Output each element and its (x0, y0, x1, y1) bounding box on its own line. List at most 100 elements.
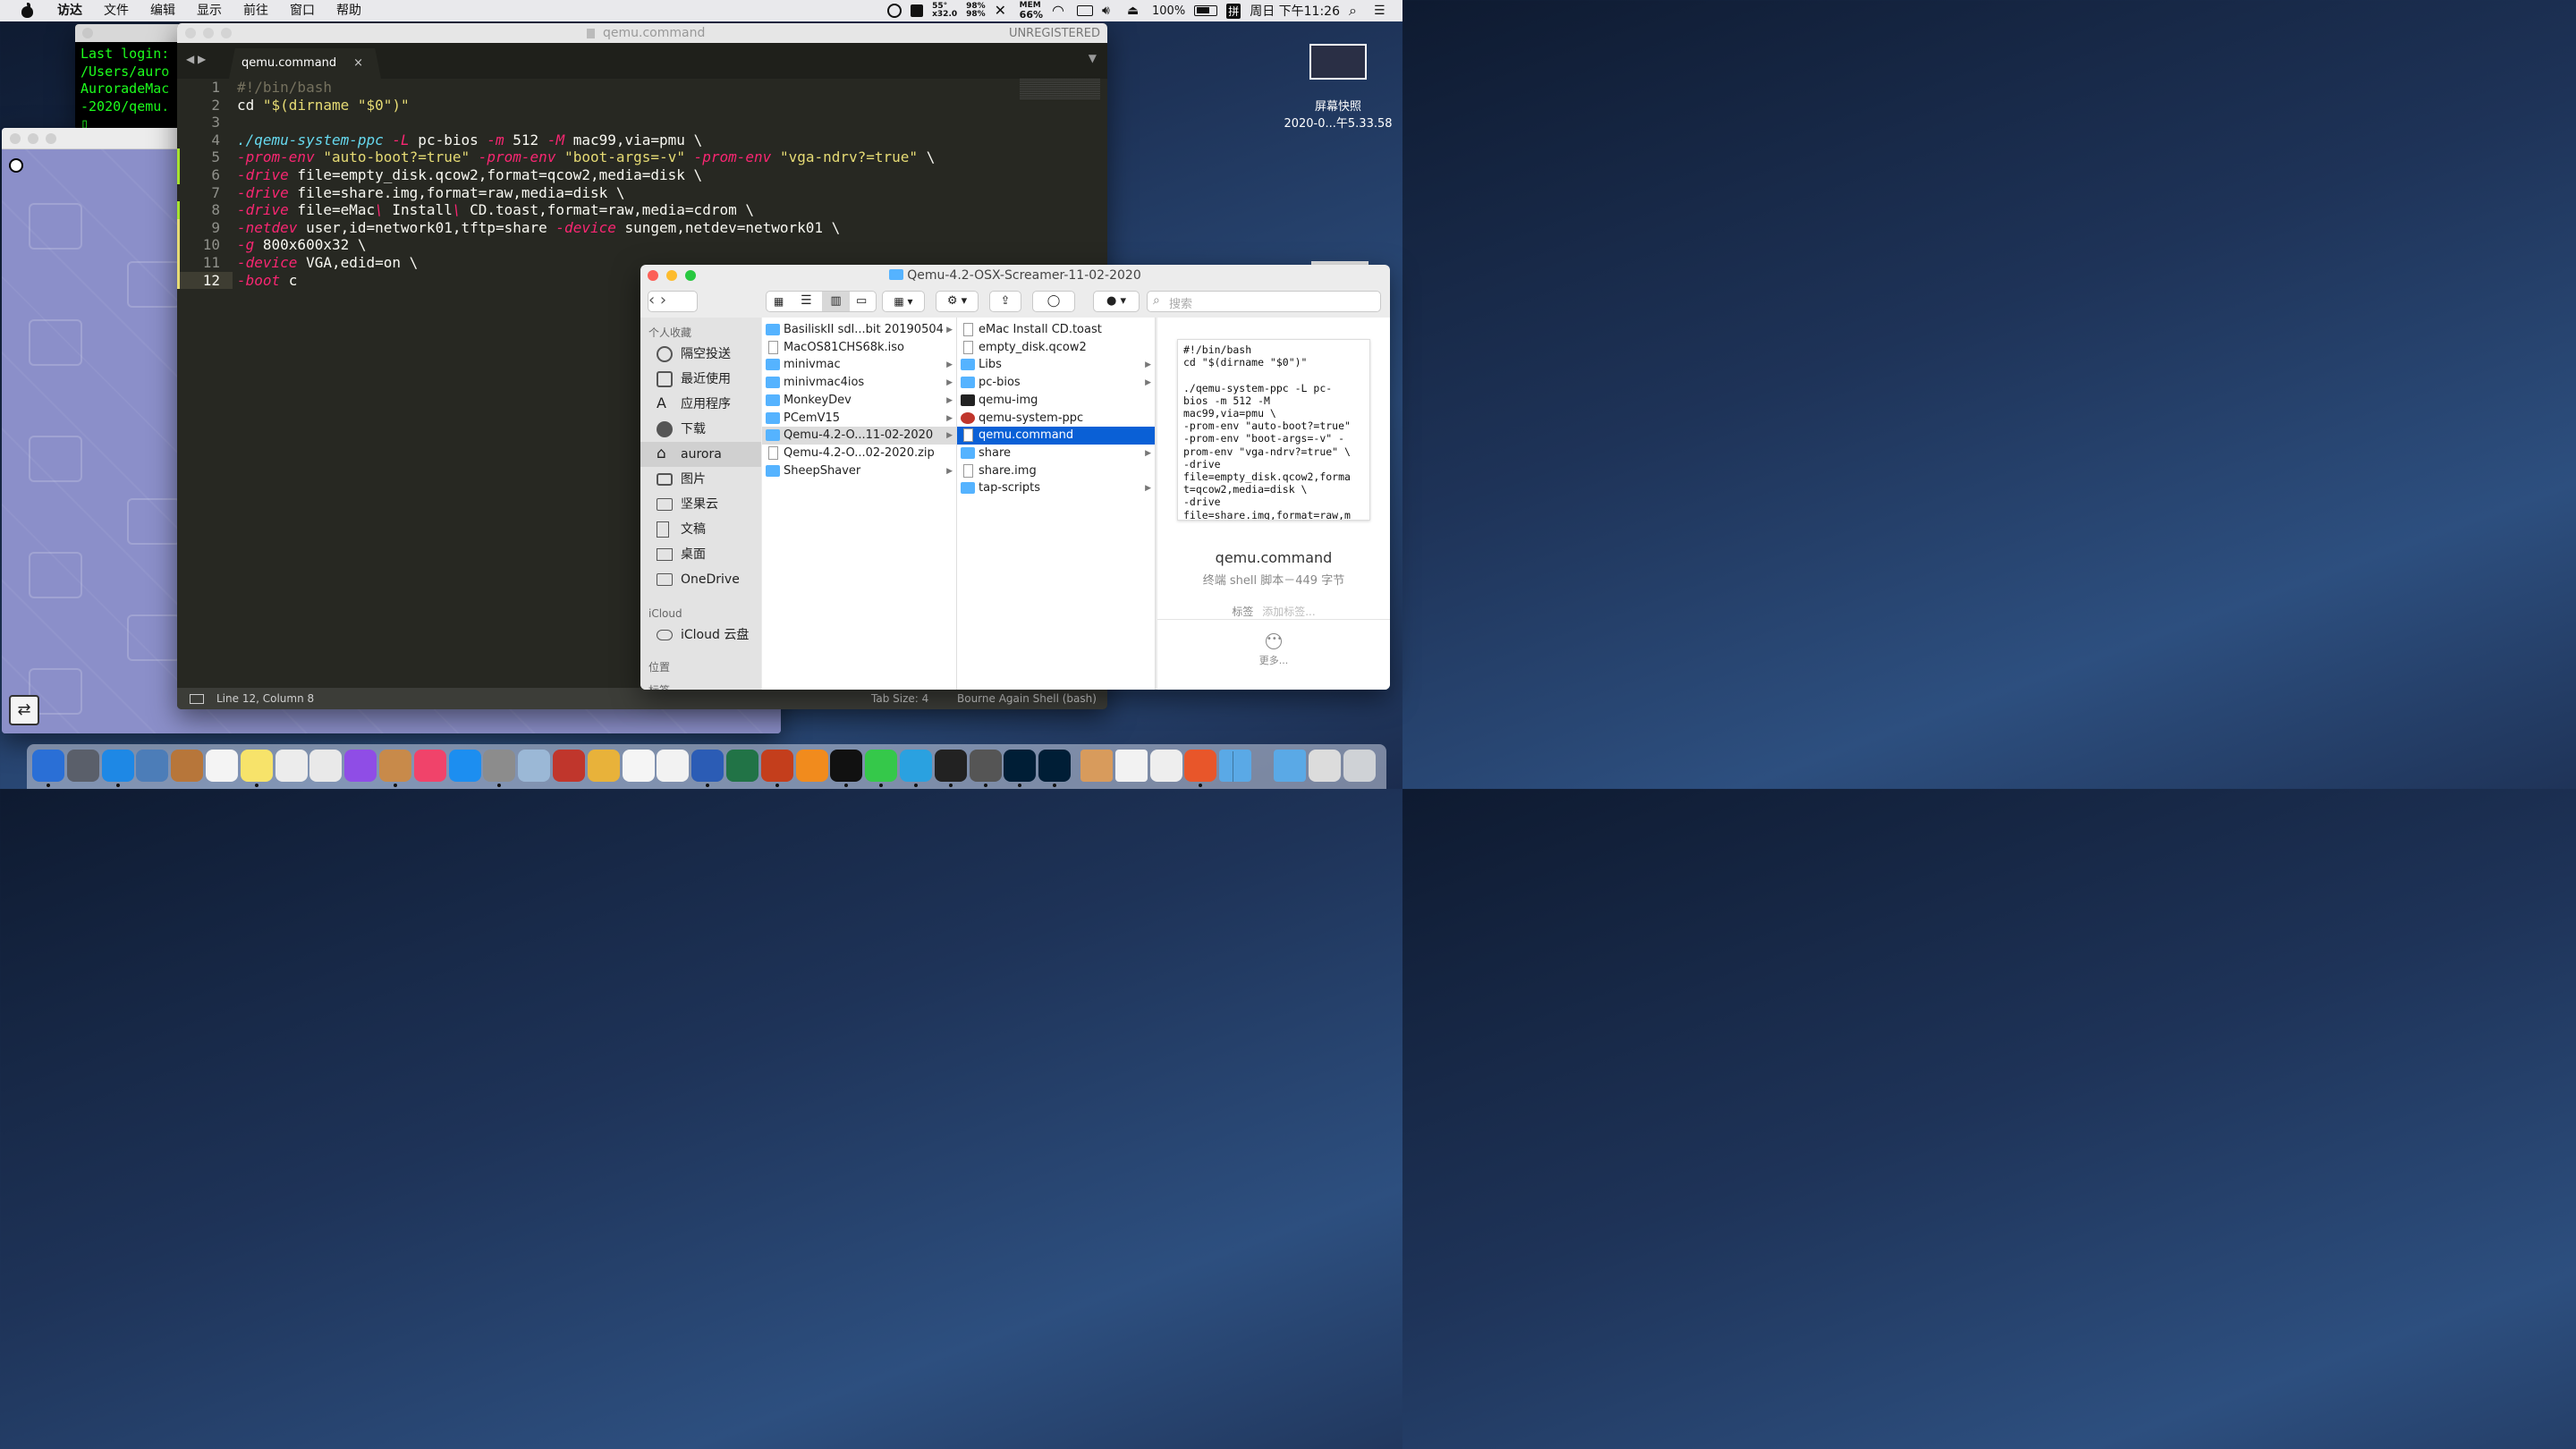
sidebar-item-desktop[interactable]: 桌面 (640, 542, 761, 567)
dock-app-icon[interactable] (275, 750, 308, 782)
code-line[interactable]: ./qemu-system-ppc -L pc-bios -m 512 -M m… (237, 131, 702, 148)
resize-toggle-icon[interactable]: ⇄ (9, 695, 39, 725)
dock-app-icon[interactable] (934, 750, 967, 782)
dock-app-icon[interactable] (171, 750, 204, 782)
dock-app-icon[interactable] (865, 750, 898, 782)
dock-app-icon[interactable] (518, 750, 551, 782)
terminal-titlebar[interactable] (75, 24, 182, 42)
sidebar-item-documents[interactable]: 文稿 (640, 517, 761, 542)
dock-app-icon[interactable] (969, 750, 1002, 782)
sync-icon[interactable] (887, 4, 902, 18)
dock-app-icon[interactable] (830, 750, 863, 782)
menu-help[interactable]: 帮助 (326, 0, 372, 21)
tab-size[interactable]: Tab Size: 4 (871, 688, 928, 709)
finder-list-item[interactable]: pc-bios ▶ (957, 374, 1155, 392)
finder-list-item[interactable]: Qemu-4.2-O...02-2020.zip (762, 445, 956, 462)
dock-app-icon[interactable] (1274, 750, 1306, 782)
dock-app-icon[interactable] (657, 750, 690, 782)
input-method-icon[interactable]: 拼 (1226, 3, 1241, 19)
code-line[interactable]: cd "$(dirname "$0")" (237, 97, 410, 114)
dock-app-icon[interactable] (691, 750, 724, 782)
finder-list-item[interactable]: share.img (957, 462, 1155, 480)
menu-window[interactable]: 窗口 (279, 0, 326, 21)
finder-list-item[interactable]: share ▶ (957, 445, 1155, 462)
close-button[interactable] (82, 28, 93, 38)
sidebar-item-pictures[interactable]: 图片 (640, 467, 761, 492)
finder-list-item[interactable]: PCemV15 ▶ (762, 410, 956, 428)
sidebar-item-icloud-drive[interactable]: iCloud 云盘 (640, 623, 761, 648)
gallery-view-icon[interactable]: ▭ (856, 294, 867, 308)
dock-app-icon[interactable] (1149, 750, 1182, 782)
sidebar-item-recents[interactable]: 最近使用 (640, 367, 761, 392)
syntax-mode[interactable]: Bourne Again Shell (bash) (957, 688, 1097, 709)
code-line[interactable]: -drive file=share.img,format=raw,media=d… (237, 184, 624, 201)
dock-app-icon[interactable] (101, 750, 134, 782)
finder-list-item[interactable]: empty_disk.qcow2 (957, 339, 1155, 357)
minimize-button[interactable] (28, 133, 38, 144)
share-button[interactable]: ⇪ (989, 291, 1021, 312)
minimize-button[interactable] (203, 28, 214, 38)
column-view-icon[interactable]: ▥ (822, 292, 850, 311)
finder-window[interactable]: Qemu-4.2-OSX-Screamer-11-02-2020 ‹ › ▦ ☰… (640, 265, 1390, 690)
dock-app-icon[interactable] (900, 750, 932, 782)
dock-app-icon[interactable] (1308, 750, 1341, 782)
code-line[interactable]: -device VGA,edid=on \ (237, 254, 418, 271)
zoom-button[interactable] (221, 28, 232, 38)
dock-app-icon[interactable] (32, 750, 64, 782)
finder-list-item[interactable]: BasiliskII sdl...bit 20190504 ▶ (762, 321, 956, 339)
battery-icon[interactable] (1194, 5, 1218, 16)
dock-app-icon[interactable] (413, 750, 446, 782)
finder-list-item[interactable]: minivmac ▶ (762, 356, 956, 374)
code-line[interactable]: -g 800x600x32 \ (237, 236, 367, 253)
zoom-button[interactable] (46, 133, 56, 144)
finder-list-item[interactable]: qemu-img (957, 392, 1155, 410)
apple-menu-icon[interactable] (20, 3, 34, 19)
dock-app-icon[interactable] (206, 750, 238, 782)
panel-toggle-icon[interactable] (190, 694, 204, 704)
code-line[interactable]: -drive file=eMac\ Install\ CD.toast,form… (237, 201, 754, 218)
code-line[interactable]: -prom-env "auto-boot?=true" -prom-env "b… (237, 148, 935, 165)
dock-app-icon[interactable] (1219, 750, 1252, 782)
menu-file[interactable]: 文件 (93, 0, 140, 21)
airplay-icon[interactable] (1077, 5, 1094, 16)
dock-app-icon[interactable] (1343, 750, 1376, 782)
group-by-button[interactable]: ▦ ▾ (882, 291, 925, 312)
tab-qemu-command[interactable]: qemu.command × (229, 48, 381, 79)
sidebar-item-onedrive[interactable]: OneDrive (640, 567, 761, 592)
menu-view[interactable]: 显示 (186, 0, 233, 21)
tab-close-icon[interactable]: × (353, 48, 363, 79)
cpu-chip-icon[interactable] (911, 4, 924, 17)
dock-app-icon[interactable] (1004, 750, 1037, 782)
finder-list-item[interactable]: tap-scripts ▶ (957, 479, 1155, 497)
dock-app-icon[interactable] (1038, 750, 1072, 782)
close-button[interactable] (10, 133, 21, 144)
icon-view-icon[interactable]: ▦ (774, 295, 784, 308)
dock-app-icon[interactable] (344, 750, 377, 782)
sidebar-item-jianguoyun[interactable]: 坚果云 (640, 492, 761, 517)
finder-list-item[interactable]: qemu-system-ppc (957, 410, 1155, 428)
finder-list-item[interactable]: qemu.command (957, 427, 1155, 445)
sidebar-item-airdrop[interactable]: 隔空投送 (640, 342, 761, 367)
finder-list-item[interactable]: Qemu-4.2-O...11-02-2020 ▶ (762, 427, 956, 445)
close-button[interactable] (185, 28, 196, 38)
finder-column-1[interactable]: BasiliskII sdl...bit 20190504 ▶ MacOS81CHS… (762, 318, 957, 690)
eject-icon[interactable]: ⏏ (1127, 4, 1143, 18)
tab-nav-arrows-icon[interactable]: ◀ ▶ (186, 53, 206, 65)
dock-app-icon[interactable] (1184, 750, 1217, 782)
minimap[interactable] (1020, 79, 1100, 100)
menu-finder[interactable]: 访达 (47, 0, 93, 21)
finder-column-2[interactable]: eMac Install CD.toast empty_disk.qcow2 Lib… (957, 318, 1156, 690)
code-line[interactable]: #!/bin/bash (237, 79, 332, 96)
wifi-icon[interactable]: ◠ (1052, 4, 1068, 18)
list-view-icon[interactable]: ☰ (801, 293, 812, 308)
dock-app-icon[interactable] (726, 750, 758, 782)
zoom-button[interactable] (685, 270, 696, 281)
finder-list-item[interactable]: eMac Install CD.toast (957, 321, 1155, 339)
code-line[interactable]: -netdev user,id=network01,tftp=share -de… (237, 219, 840, 236)
code-line[interactable]: -drive file=empty_disk.qcow2,format=qcow… (237, 166, 702, 183)
dock-app-icon[interactable] (66, 750, 99, 782)
spotlight-search-icon[interactable]: ⌕ (1349, 4, 1365, 18)
view-mode-segmented[interactable]: ▦ ☰ ▥ ▭ (766, 291, 877, 312)
back-forward-buttons[interactable]: ‹ › (648, 291, 698, 312)
tools-icon[interactable]: ✕ (995, 4, 1011, 18)
